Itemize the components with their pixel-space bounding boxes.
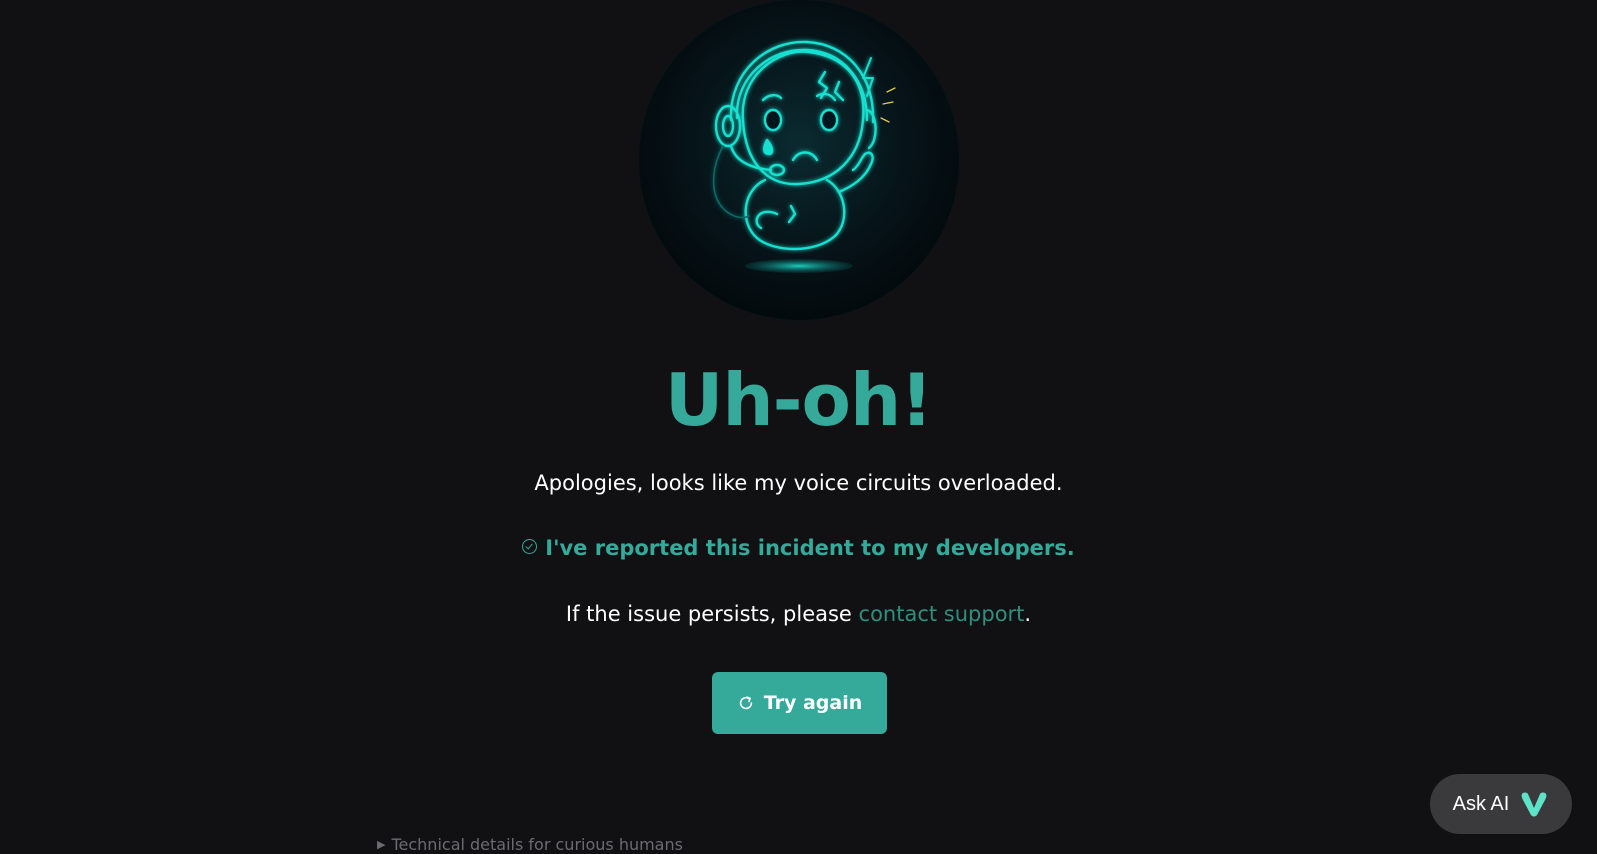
ask-ai-label: Ask AI [1452, 792, 1510, 815]
triangle-right-icon: ▶ [377, 838, 386, 851]
ask-ai-button[interactable]: Ask AI [1430, 774, 1572, 834]
try-again-button[interactable]: Try again [712, 672, 887, 734]
technical-details-label: Technical details for curious humans [391, 835, 683, 854]
refresh-icon [739, 696, 752, 710]
support-message: If the issue persists, please contact su… [0, 599, 1597, 629]
incident-reported-text: I've reported this incident to my develo… [545, 536, 1075, 560]
error-page: Uh-oh! Apologies, looks like my voice ci… [0, 0, 1597, 854]
support-message-suffix: . [1024, 602, 1032, 626]
error-subtitle: Apologies, looks like my voice circuits … [534, 471, 1063, 495]
contact-support-link[interactable]: contact support [859, 602, 1025, 626]
v-logo-icon [1521, 792, 1547, 817]
support-message-prefix: If the issue persists, please [565, 602, 859, 626]
technical-details-toggle[interactable]: ▶ Technical details for curious humans [377, 834, 683, 854]
error-title: Uh-oh! [664, 358, 933, 442]
incident-reported-message: I've reported this incident to my develo… [0, 533, 1597, 563]
try-again-label: Try again [763, 692, 863, 714]
mascot-illustration [639, 0, 959, 320]
check-circle-icon [522, 539, 538, 554]
sad-mascot-icon [712, 40, 896, 273]
